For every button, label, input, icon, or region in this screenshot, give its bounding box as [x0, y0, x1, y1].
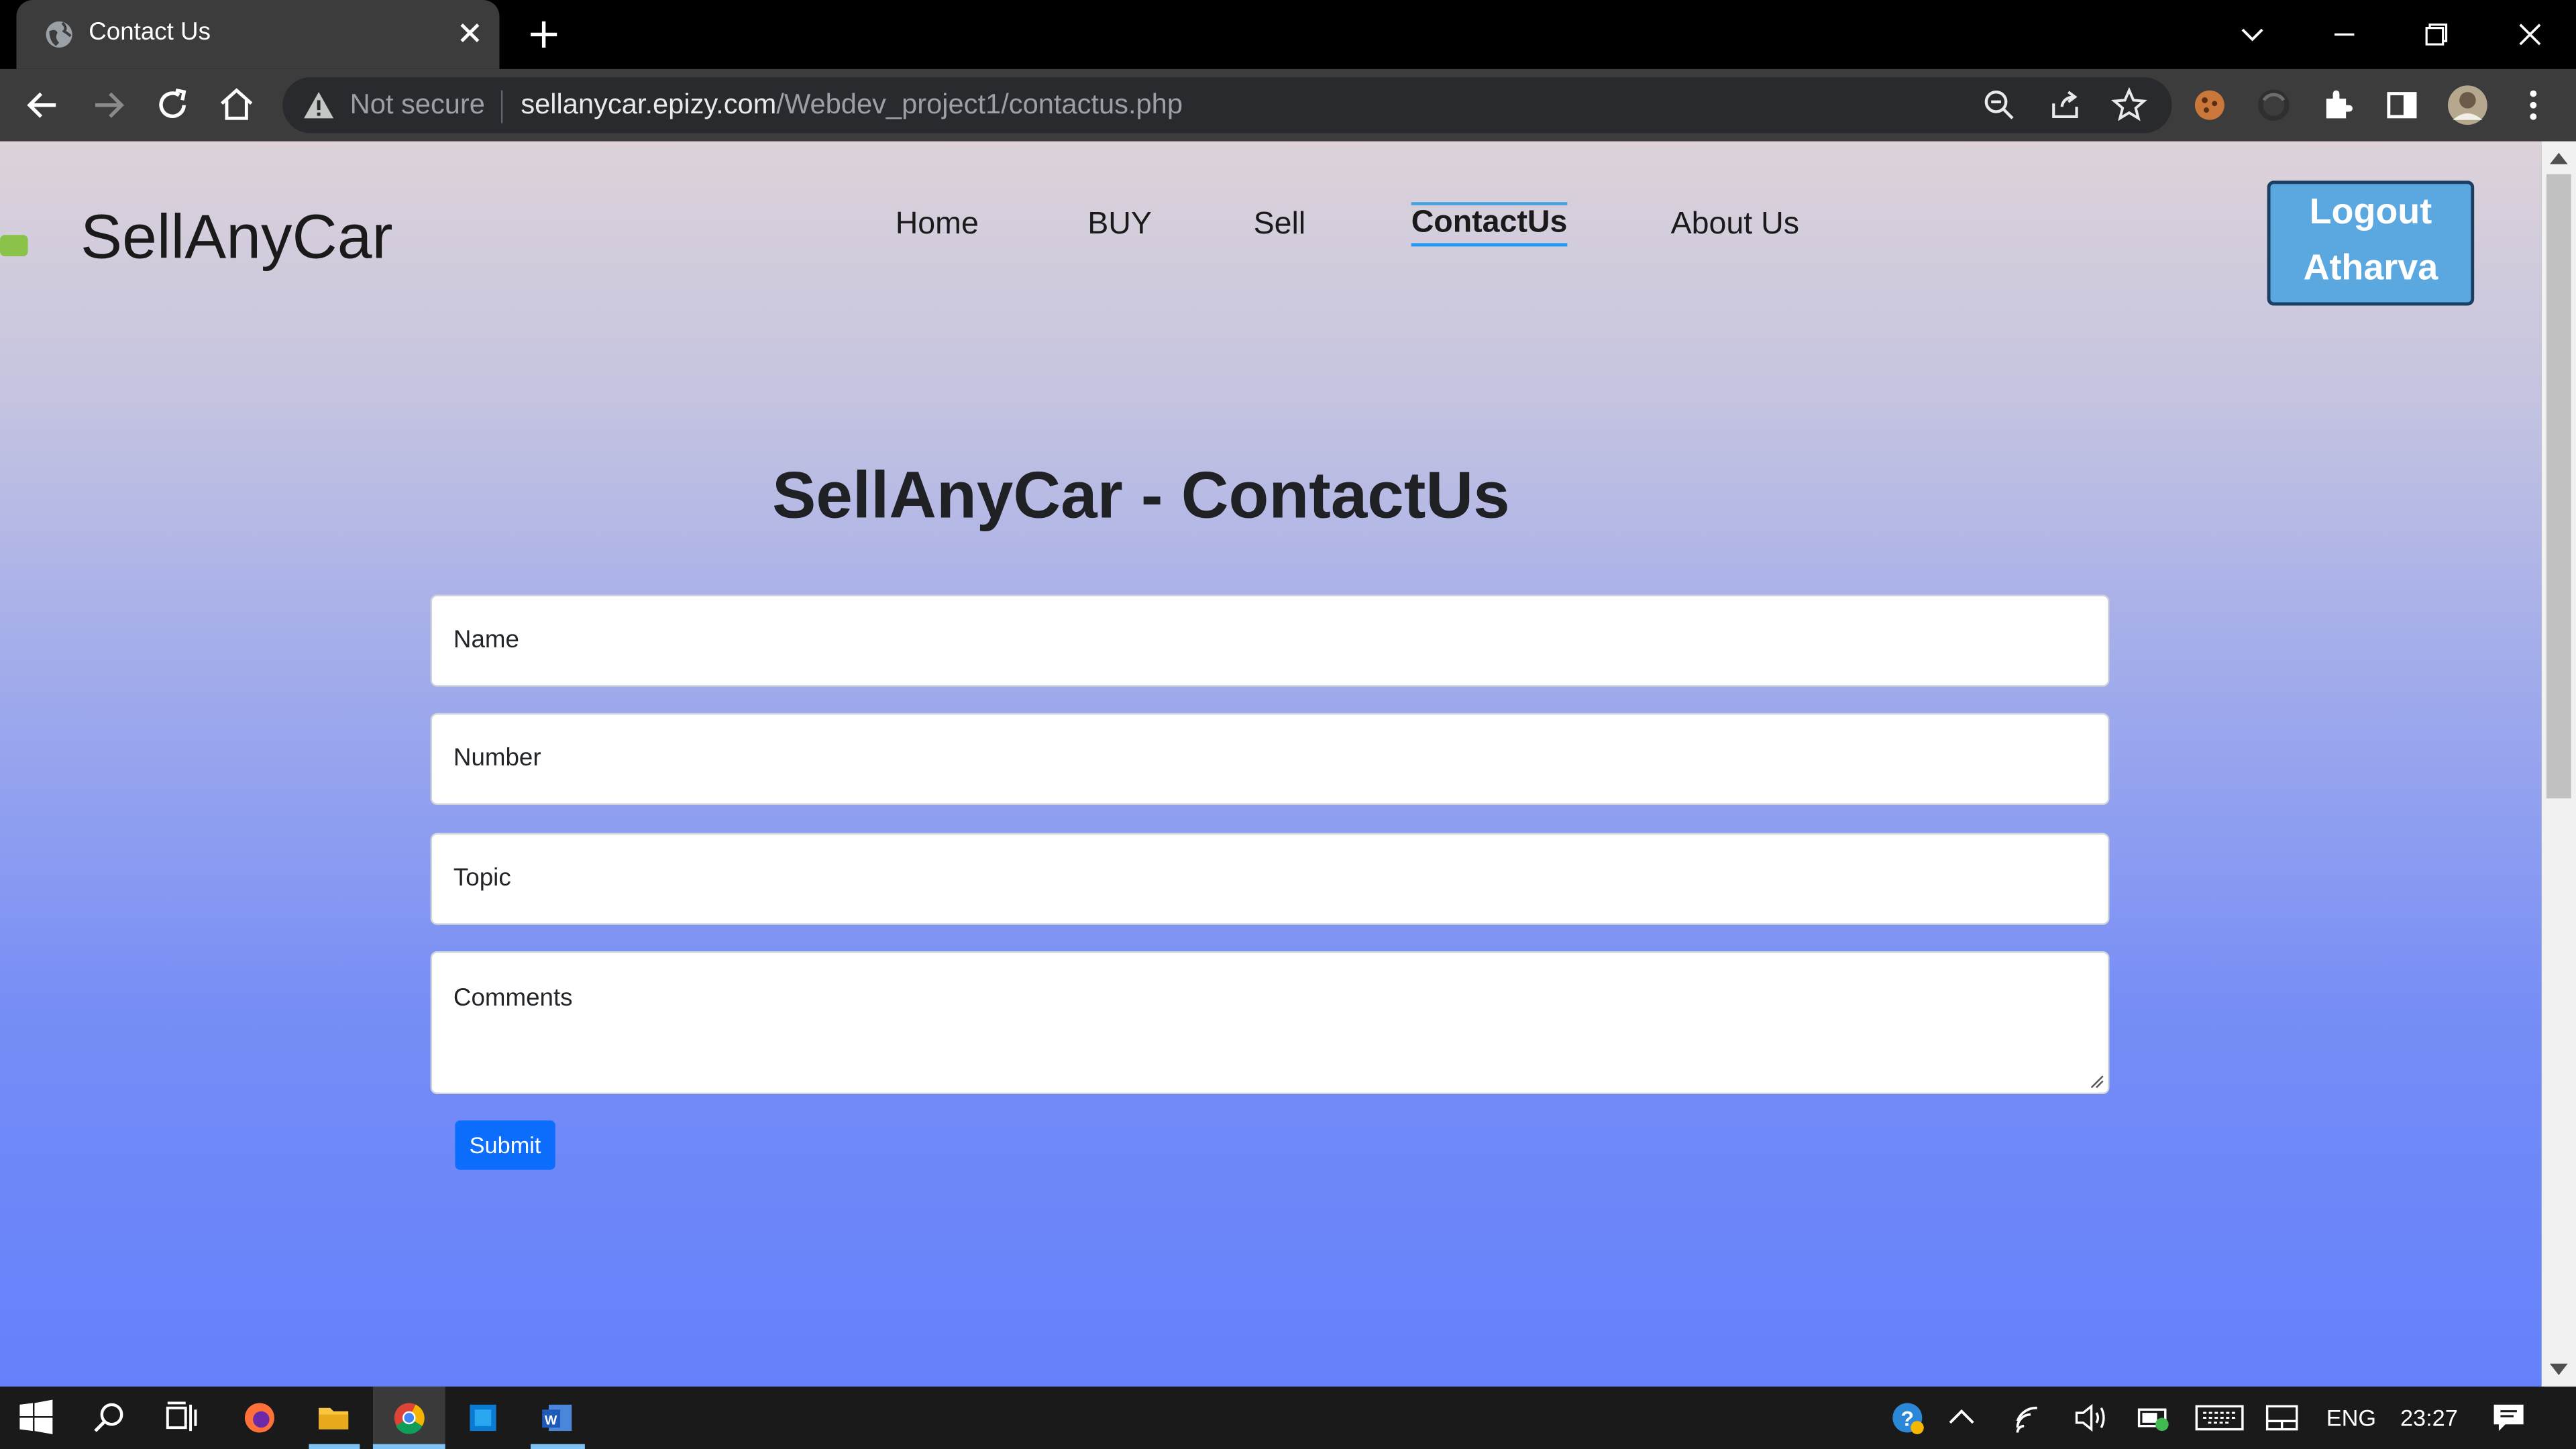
car-logo-icon[interactable]: [0, 235, 28, 257]
share-icon[interactable]: [2047, 87, 2083, 123]
help-tray-icon[interactable]: ?: [1889, 1400, 1925, 1436]
volume-icon[interactable]: [2072, 1400, 2108, 1436]
number-input[interactable]: Number: [430, 712, 2110, 806]
warning-icon[interactable]: [303, 91, 335, 120]
touch-keyboard-icon[interactable]: [2195, 1400, 2244, 1436]
new-tab-icon[interactable]: [526, 16, 562, 52]
back-arrow-icon[interactable]: [23, 85, 62, 125]
close-window-icon[interactable]: [2509, 13, 2552, 56]
browser-toolbar: Not secure sellanycar.epizy.com/Webdev_p…: [0, 68, 2576, 142]
url-path: /Webdev_project1/contactus.php: [776, 89, 1183, 120]
nav-aboutus-link[interactable]: About Us: [1671, 207, 1799, 244]
nav-contactus-link[interactable]: ContactUs: [1411, 202, 1568, 247]
cookie-extension-icon[interactable]: [2190, 85, 2230, 125]
file-explorer-icon[interactable]: [315, 1400, 352, 1436]
home-icon[interactable]: [217, 85, 256, 125]
nav-home-link[interactable]: Home: [896, 207, 979, 244]
explorer-running-indicator: [309, 1444, 360, 1449]
firefox-icon[interactable]: [241, 1400, 278, 1436]
logout-button[interactable]: Logout Atharva: [2267, 180, 2475, 306]
number-placeholder: Number: [453, 744, 541, 773]
side-panel-icon[interactable]: [2382, 85, 2422, 125]
bookmark-star-icon[interactable]: [2111, 87, 2147, 123]
logout-username: Atharva: [2303, 246, 2438, 288]
sync-extension-icon[interactable]: [2254, 85, 2294, 125]
desktop-tray-icon[interactable]: [2264, 1400, 2300, 1436]
page-title: SellAnyCar - ContactUs: [772, 460, 1510, 533]
nav-sell-link[interactable]: Sell: [1254, 207, 1306, 244]
minimize-icon[interactable]: [2323, 13, 2366, 56]
wifi-icon[interactable]: [2011, 1400, 2047, 1436]
reload-icon[interactable]: [153, 85, 193, 125]
forward-arrow-icon[interactable]: [89, 85, 128, 125]
tray-chevron-up-icon[interactable]: [1943, 1400, 1980, 1436]
tab-title: Contact Us: [89, 17, 211, 46]
security-label[interactable]: Not secure: [350, 89, 485, 121]
zoom-icon[interactable]: [1981, 87, 2017, 123]
battery-icon[interactable]: [2136, 1400, 2172, 1436]
browser-tab-strip: Contact Us: [0, 0, 2576, 69]
language-indicator[interactable]: ENG: [2326, 1405, 2376, 1431]
scrollbar-thumb[interactable]: [2546, 174, 2571, 799]
logout-label: Logout: [2309, 191, 2432, 232]
topic-placeholder: Topic: [453, 864, 511, 892]
url-text[interactable]: sellanycar.epizy.com/Webdev_project1/con…: [521, 89, 1183, 121]
profile-avatar-icon[interactable]: [2447, 84, 2489, 127]
contact-page: SellAnyCar Home BUY Sell ContactUs About…: [0, 141, 2542, 1387]
page-scrollbar[interactable]: [2541, 141, 2576, 1387]
comments-textarea[interactable]: Comments: [430, 951, 2110, 1095]
chrome-icon[interactable]: [391, 1400, 427, 1436]
submit-button[interactable]: Submit: [455, 1120, 555, 1170]
resize-handle-icon[interactable]: [2088, 1073, 2104, 1089]
restore-icon[interactable]: [2415, 13, 2458, 56]
tab-search-chevron-icon[interactable]: [2231, 13, 2274, 56]
nav-buy-link[interactable]: BUY: [1087, 207, 1152, 244]
windows-start-icon[interactable]: [18, 1399, 54, 1436]
globe-icon: [46, 21, 72, 48]
omnibox-divider: [500, 90, 503, 123]
search-icon[interactable]: [91, 1400, 127, 1436]
notifications-icon[interactable]: [2491, 1400, 2527, 1436]
extensions-puzzle-icon[interactable]: [2318, 85, 2358, 125]
comments-placeholder: Comments: [453, 983, 573, 1012]
clock-time[interactable]: 23:27: [2400, 1405, 2458, 1431]
site-brand[interactable]: SellAnyCar: [80, 204, 393, 274]
address-bar[interactable]: Not secure sellanycar.epizy.com/Webdev_p…: [282, 77, 2172, 133]
menu-kebab-icon[interactable]: [2514, 85, 2553, 125]
close-tab-icon[interactable]: [453, 16, 486, 49]
word-running-indicator: [531, 1444, 585, 1449]
scroll-up-arrow-icon[interactable]: [2549, 151, 2568, 164]
name-input[interactable]: Name: [430, 594, 2110, 687]
windows-taskbar: W ? ENG 23:27: [0, 1386, 2576, 1449]
svg-text:W: W: [545, 1413, 557, 1428]
url-host: sellanycar.epizy.com: [521, 89, 777, 120]
word-icon[interactable]: W: [539, 1400, 575, 1436]
topic-input[interactable]: Topic: [430, 833, 2110, 925]
chrome-running-indicator: [372, 1444, 445, 1449]
scroll-down-arrow-icon[interactable]: [2549, 1363, 2568, 1377]
name-placeholder: Name: [453, 626, 519, 654]
store-app-icon[interactable]: [465, 1400, 501, 1436]
task-view-icon[interactable]: [162, 1400, 199, 1436]
browser-tab[interactable]: Contact Us: [16, 0, 500, 69]
